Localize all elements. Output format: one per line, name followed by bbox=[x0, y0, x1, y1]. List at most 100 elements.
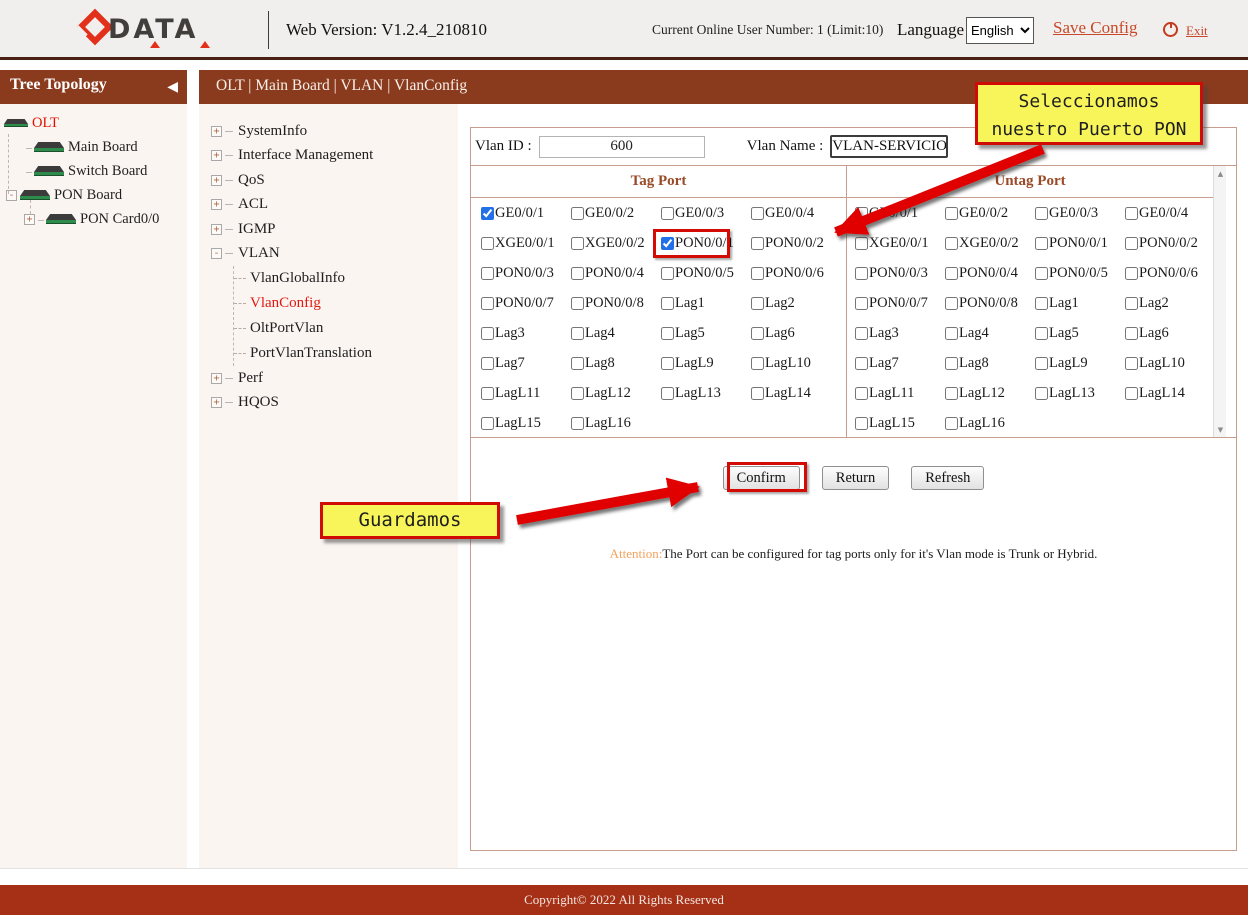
tag-checkbox-lagl9[interactable] bbox=[661, 357, 674, 370]
tag-checkbox-lagl12[interactable] bbox=[571, 387, 584, 400]
untag-checkbox-lag2[interactable] bbox=[1125, 297, 1138, 310]
tag-checkbox-pon0-0-7[interactable] bbox=[481, 297, 494, 310]
tag-checkbox-lag7[interactable] bbox=[481, 357, 494, 370]
menu-subitem-portvlantranslation[interactable]: PortVlanTranslation bbox=[234, 341, 458, 366]
untag-checkbox-lagl11[interactable] bbox=[855, 387, 868, 400]
tag-checkbox-lag6[interactable] bbox=[751, 327, 764, 340]
table-scrollbar[interactable]: ▲ ▼ bbox=[1213, 166, 1226, 438]
untag-checkbox-lag3[interactable] bbox=[855, 327, 868, 340]
untag-checkbox-xge0-0-2[interactable] bbox=[945, 237, 958, 250]
scroll-up-icon[interactable]: ▲ bbox=[1214, 167, 1227, 181]
menu-item-interface-management[interactable]: +Interface Management bbox=[211, 144, 458, 169]
tag-checkbox-pon0-0-3[interactable] bbox=[481, 267, 494, 280]
untag-checkbox-lagl9[interactable] bbox=[1035, 357, 1048, 370]
untag-checkbox-lagl15[interactable] bbox=[855, 417, 868, 430]
untag-checkbox-lagl13[interactable] bbox=[1035, 387, 1048, 400]
untag-checkbox-lagl12[interactable] bbox=[945, 387, 958, 400]
untag-checkbox-ge0-0-4[interactable] bbox=[1125, 207, 1138, 220]
menu-item-hqos[interactable]: +HQOS bbox=[211, 391, 458, 416]
untag-checkbox-pon0-0-7[interactable] bbox=[855, 297, 868, 310]
untag-checkbox-ge0-0-3[interactable] bbox=[1035, 207, 1048, 220]
untag-checkbox-xge0-0-1[interactable] bbox=[855, 237, 868, 250]
tag-checkbox-lagl11[interactable] bbox=[481, 387, 494, 400]
menu-item-systeminfo[interactable]: +SystemInfo bbox=[211, 119, 458, 144]
untag-checkbox-lag7[interactable] bbox=[855, 357, 868, 370]
untag-checkbox-pon0-0-4[interactable] bbox=[945, 267, 958, 280]
menu-subitem-vlanconfig[interactable]: VlanConfig bbox=[234, 291, 458, 316]
exit-link[interactable]: Exit bbox=[1186, 23, 1208, 39]
expand-icon[interactable]: + bbox=[211, 126, 222, 137]
scroll-down-icon[interactable]: ▼ bbox=[1214, 423, 1227, 437]
menu-item-igmp[interactable]: +IGMP bbox=[211, 217, 458, 242]
untag-checkbox-lag5[interactable] bbox=[1035, 327, 1048, 340]
vlan-id-input[interactable] bbox=[539, 136, 705, 158]
tree-node-pon-card0-0[interactable]: +–PON Card0/0 bbox=[0, 207, 187, 231]
tag-checkbox-pon0-0-8[interactable] bbox=[571, 297, 584, 310]
tag-checkbox-lag1[interactable] bbox=[661, 297, 674, 310]
untag-checkbox-ge0-0-1[interactable] bbox=[855, 207, 868, 220]
menu-item-vlan[interactable]: -VLAN bbox=[211, 242, 458, 267]
tag-checkbox-pon0-0-4[interactable] bbox=[571, 267, 584, 280]
untag-checkbox-lag4[interactable] bbox=[945, 327, 958, 340]
tag-checkbox-lag8[interactable] bbox=[571, 357, 584, 370]
untag-checkbox-pon0-0-2[interactable] bbox=[1125, 237, 1138, 250]
menu-subitem-vlanglobalinfo[interactable]: VlanGlobalInfo bbox=[234, 266, 458, 291]
tag-checkbox-lag5[interactable] bbox=[661, 327, 674, 340]
expand-icon[interactable]: + bbox=[211, 224, 222, 235]
tree-node-switch-board[interactable]: –Switch Board bbox=[0, 159, 187, 183]
menu-item-acl[interactable]: +ACL bbox=[211, 193, 458, 218]
sidebar-collapse-icon[interactable]: ◀ bbox=[167, 79, 178, 95]
refresh-button[interactable]: Refresh bbox=[911, 466, 984, 490]
vlan-name-input[interactable] bbox=[830, 135, 948, 158]
expand-icon[interactable]: + bbox=[211, 373, 222, 384]
untag-checkbox-lagl10[interactable] bbox=[1125, 357, 1138, 370]
collapse-icon[interactable]: - bbox=[211, 248, 222, 259]
tag-checkbox-pon0-0-6[interactable] bbox=[751, 267, 764, 280]
expand-icon[interactable]: + bbox=[24, 214, 35, 225]
tag-checkbox-pon0-0-1[interactable] bbox=[661, 237, 674, 250]
menu-item-perf[interactable]: +Perf bbox=[211, 366, 458, 391]
tree-node-main-board[interactable]: –Main Board bbox=[0, 135, 187, 159]
untag-checkbox-pon0-0-8[interactable] bbox=[945, 297, 958, 310]
tag-checkbox-lagl10[interactable] bbox=[751, 357, 764, 370]
tag-checkbox-xge0-0-1[interactable] bbox=[481, 237, 494, 250]
return-button[interactable]: Return bbox=[822, 466, 889, 490]
untag-checkbox-lagl14[interactable] bbox=[1125, 387, 1138, 400]
tag-checkbox-pon0-0-5[interactable] bbox=[661, 267, 674, 280]
untag-checkbox-lag6[interactable] bbox=[1125, 327, 1138, 340]
untag-checkbox-pon0-0-6[interactable] bbox=[1125, 267, 1138, 280]
tag-checkbox-ge0-0-3[interactable] bbox=[661, 207, 674, 220]
tag-checkbox-lagl13[interactable] bbox=[661, 387, 674, 400]
tag-checkbox-lagl16[interactable] bbox=[571, 417, 584, 430]
untag-checkbox-pon0-0-5[interactable] bbox=[1035, 267, 1048, 280]
tag-checkbox-lagl15[interactable] bbox=[481, 417, 494, 430]
menu-subitem-oltportvlan[interactable]: OltPortVlan bbox=[234, 316, 458, 341]
expand-icon[interactable]: + bbox=[211, 397, 222, 408]
expand-icon[interactable]: + bbox=[211, 150, 222, 161]
untag-checkbox-lagl16[interactable] bbox=[945, 417, 958, 430]
save-config-link[interactable]: Save Config bbox=[1053, 18, 1138, 38]
tag-checkbox-lag2[interactable] bbox=[751, 297, 764, 310]
tag-checkbox-pon0-0-2[interactable] bbox=[751, 237, 764, 250]
untag-checkbox-lag1[interactable] bbox=[1035, 297, 1048, 310]
tag-checkbox-xge0-0-2[interactable] bbox=[571, 237, 584, 250]
menu-item-qos[interactable]: +QoS bbox=[211, 168, 458, 193]
tag-checkbox-lag3[interactable] bbox=[481, 327, 494, 340]
expand-icon[interactable]: + bbox=[211, 175, 222, 186]
language-select[interactable]: English bbox=[966, 17, 1034, 44]
tag-checkbox-ge0-0-1[interactable] bbox=[481, 207, 494, 220]
untag-checkbox-ge0-0-2[interactable] bbox=[945, 207, 958, 220]
tag-checkbox-lagl14[interactable] bbox=[751, 387, 764, 400]
tree-node-pon-board[interactable]: -PON Board bbox=[0, 183, 187, 207]
tag-checkbox-ge0-0-4[interactable] bbox=[751, 207, 764, 220]
expand-icon[interactable]: + bbox=[211, 199, 222, 210]
tag-checkbox-lag4[interactable] bbox=[571, 327, 584, 340]
port-label: GE0/0/3 bbox=[675, 205, 724, 222]
untag-checkbox-lag8[interactable] bbox=[945, 357, 958, 370]
untag-checkbox-pon0-0-1[interactable] bbox=[1035, 237, 1048, 250]
untag-checkbox-pon0-0-3[interactable] bbox=[855, 267, 868, 280]
confirm-button[interactable]: Confirm bbox=[723, 466, 800, 490]
tree-node-olt[interactable]: OLT bbox=[0, 111, 187, 135]
tag-checkbox-ge0-0-2[interactable] bbox=[571, 207, 584, 220]
port-label: PON0/0/8 bbox=[585, 295, 644, 312]
